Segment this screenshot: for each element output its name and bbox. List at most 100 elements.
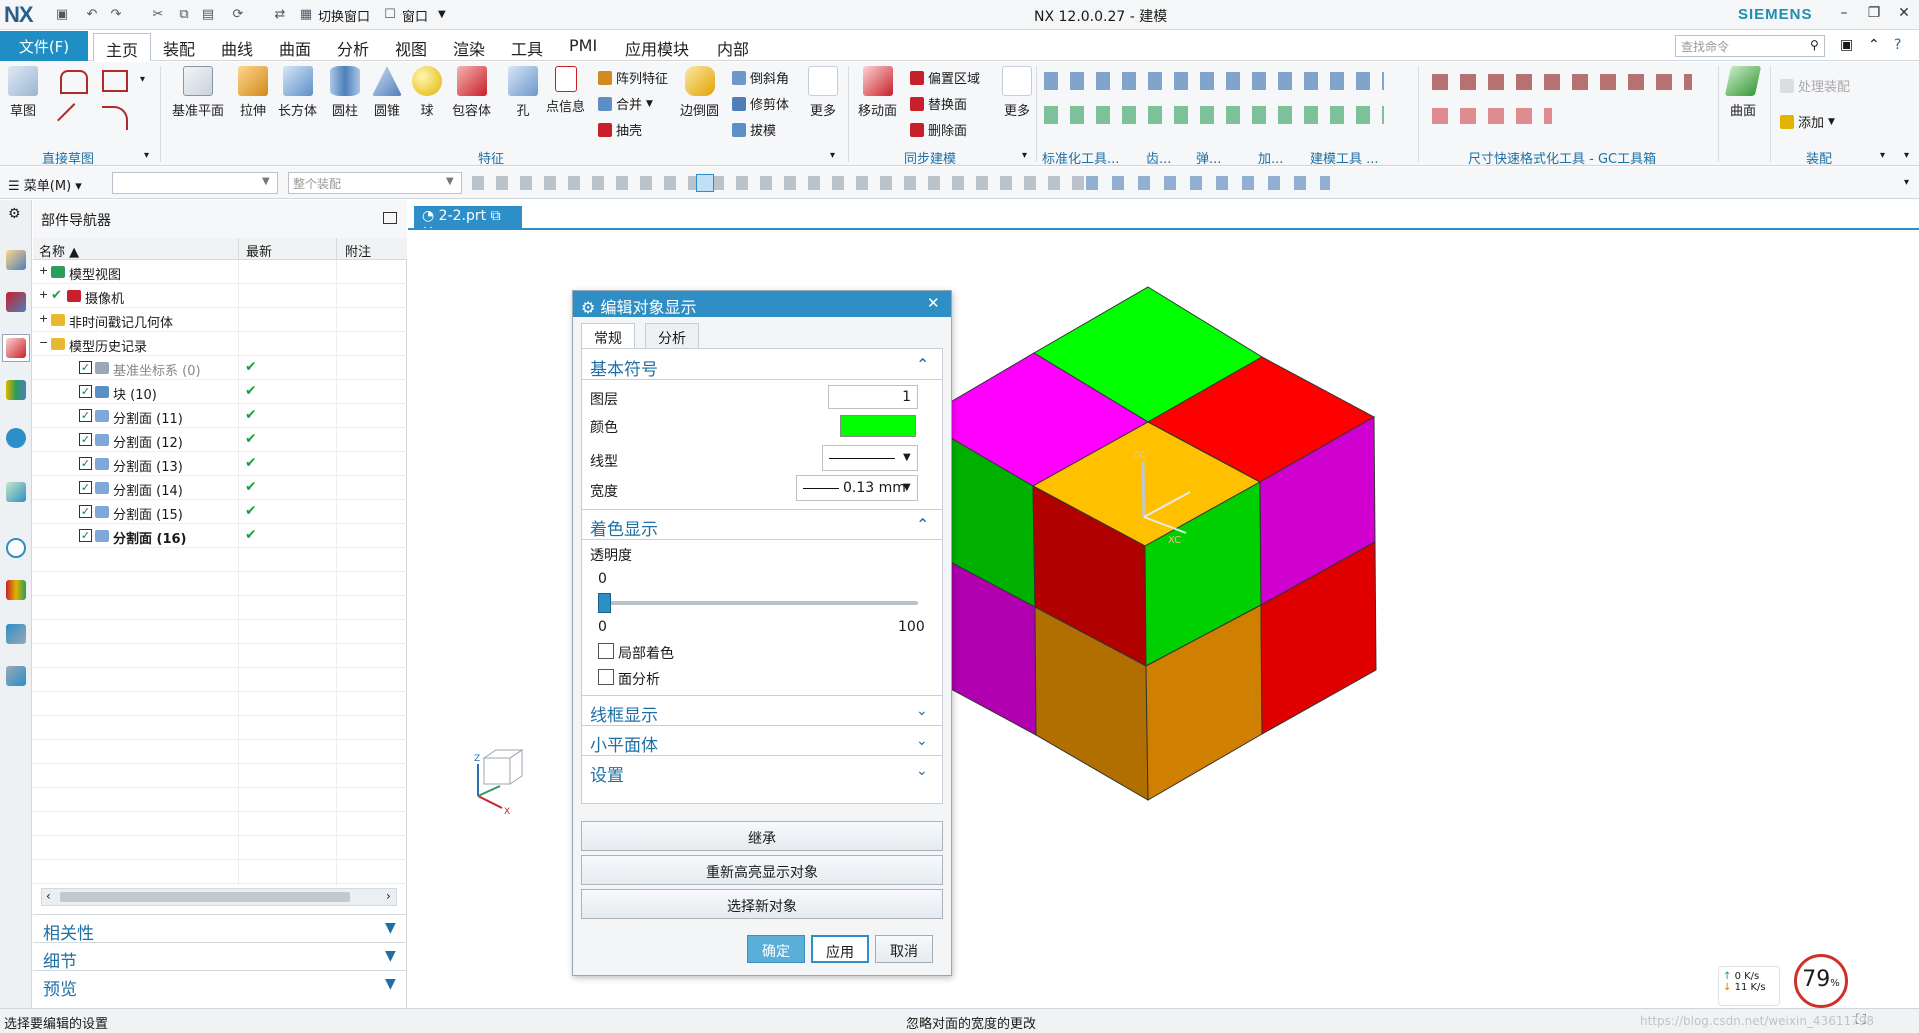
tab-applications[interactable]: 应用模块: [625, 36, 689, 60]
switch-window-button[interactable]: 切换窗口: [318, 6, 370, 25]
tree-row-model-history[interactable]: − 模型历史记录: [33, 332, 407, 356]
restore-button[interactable]: ❐: [1862, 5, 1886, 25]
command-bar-overflow-icon[interactable]: ▾: [1904, 177, 1909, 188]
chevron-up-icon[interactable]: ⌃: [916, 355, 929, 374]
visibility-checkbox[interactable]: ✓: [79, 433, 92, 446]
menu-button[interactable]: ☰ 菜单(M) ▾: [8, 175, 82, 194]
expand-icon[interactable]: +: [39, 288, 48, 301]
ribbon-overflow-icon[interactable]: ▾: [1904, 150, 1909, 161]
selection-scope-dropdown-icon[interactable]: ▼: [446, 176, 454, 187]
cancel-button[interactable]: 取消: [875, 935, 933, 963]
unite-button[interactable]: 合并 ▼: [598, 94, 653, 113]
column-note[interactable]: 附注: [345, 241, 371, 260]
tab-render[interactable]: 渲染: [453, 36, 485, 60]
history-icon[interactable]: [6, 482, 26, 502]
tab-internal[interactable]: 内部: [717, 36, 749, 60]
column-name[interactable]: 名称 ▲: [39, 241, 79, 260]
transparency-slider-thumb[interactable]: [598, 593, 611, 613]
minimize-button[interactable]: –: [1832, 5, 1856, 25]
chevron-down-icon[interactable]: ⌄: [916, 733, 928, 749]
constraint-navigator-icon[interactable]: [6, 292, 26, 312]
clock-icon[interactable]: [6, 538, 26, 558]
tree-row-model-views[interactable]: + 模型视图: [33, 260, 407, 284]
feature-group-dropdown-icon[interactable]: ▾: [830, 150, 835, 161]
collapse-icon[interactable]: −: [39, 336, 48, 349]
tree-row-block[interactable]: ✓ 块 (10) ✔: [33, 380, 407, 404]
type-filter-dropdown-icon[interactable]: ▼: [262, 176, 270, 187]
group-std-tools[interactable]: 标准化工具...: [1042, 148, 1119, 167]
trim-body-button[interactable]: 修剪体: [732, 94, 789, 113]
copy-icon[interactable]: ⧉: [176, 6, 192, 22]
sphere-button[interactable]: 球: [412, 66, 442, 119]
chevron-down-icon[interactable]: ⌄: [916, 703, 928, 719]
repeat-command-icon[interactable]: ⟳: [230, 6, 246, 22]
group-gear[interactable]: 齿...: [1146, 148, 1171, 167]
rehighlight-objects-button[interactable]: 重新高亮显示对象: [581, 855, 943, 885]
group-dropdown-icon[interactable]: ▾: [144, 150, 149, 161]
feature-more-button[interactable]: 更多: [808, 66, 838, 119]
view-triad[interactable]: Z X: [474, 749, 524, 817]
local-shading-checkbox[interactable]: [598, 643, 614, 659]
help-icon[interactable]: ?: [1894, 37, 1901, 53]
rectangle-icon[interactable]: [102, 70, 128, 92]
sketch-gallery-dropdown-icon[interactable]: ▾: [140, 74, 145, 85]
sketch-button[interactable]: 草图: [8, 66, 38, 119]
snap-tools-icon-row[interactable]: [472, 176, 1092, 190]
offset-region-button[interactable]: 偏置区域: [910, 68, 980, 87]
select-new-objects-button[interactable]: 选择新对象: [581, 889, 943, 919]
surface-button[interactable]: 曲面: [1724, 66, 1762, 119]
cylinder-button[interactable]: 圆柱: [330, 66, 360, 119]
cone-button[interactable]: 圆锥: [372, 66, 402, 119]
visibility-checkbox[interactable]: ✓: [79, 361, 92, 374]
chamfer-button[interactable]: 倒斜角: [732, 68, 789, 87]
arc-icon[interactable]: [60, 70, 88, 94]
roles-icon[interactable]: [6, 666, 26, 686]
scroll-right-icon[interactable]: ›: [386, 889, 391, 903]
redo-icon[interactable]: ↷: [108, 6, 124, 22]
reuse-library-icon[interactable]: [6, 380, 26, 400]
tree-row-divide-face-11[interactable]: ✓ 分割面 (11) ✔: [33, 404, 407, 428]
transparency-slider-track[interactable]: [598, 601, 918, 605]
color-swatch-button[interactable]: [840, 415, 916, 437]
web-browser-icon[interactable]: [6, 428, 26, 448]
tree-row-cameras[interactable]: + ✔ 摄像机: [33, 284, 407, 308]
chevron-up-icon[interactable]: ⌃: [916, 515, 929, 534]
tools-icon-row-2[interactable]: [1044, 106, 1384, 124]
line-icon[interactable]: [57, 103, 91, 137]
tree-row-divide-face-14[interactable]: ✓ 分割面 (14) ✔: [33, 476, 407, 500]
group-dimension-tools[interactable]: 尺寸快速格式化工具 - GC工具箱: [1468, 148, 1656, 167]
tab-analysis[interactable]: 分析: [645, 323, 699, 349]
active-snap-icon[interactable]: [696, 174, 714, 192]
sync-more-button[interactable]: 更多: [1002, 66, 1032, 119]
section-basic-symbol[interactable]: 基本符号: [590, 355, 658, 380]
ok-button[interactable]: 确定: [747, 935, 805, 963]
dependencies-section[interactable]: 相关性 ▼: [33, 914, 407, 944]
details-section[interactable]: 细节 ▼: [33, 942, 407, 972]
line-width-dropdown[interactable]: 0.13 mm ▼: [796, 475, 918, 501]
datum-plane-button[interactable]: 基准平面: [172, 66, 224, 119]
tab-view[interactable]: 视图: [395, 36, 427, 60]
section-settings[interactable]: 设置: [590, 761, 624, 786]
edge-blend-button[interactable]: 边倒圆: [680, 66, 719, 119]
close-window-button[interactable]: ✕: [1892, 5, 1916, 25]
collapse-ribbon-icon[interactable]: ⌃: [1868, 37, 1880, 53]
memory-usage-gauge[interactable]: 79%: [1794, 954, 1848, 1008]
dialog-title-bar[interactable]: ⚙ 编辑对象显示: [573, 291, 951, 317]
section-wireframe[interactable]: 线框显示: [590, 701, 658, 726]
visibility-checkbox[interactable]: ✓: [79, 409, 92, 422]
block-button[interactable]: 长方体: [278, 66, 317, 119]
command-search-input[interactable]: 查找命令: [1675, 35, 1825, 57]
tree-row-datum-csys[interactable]: ✓ 基准坐标系 (0) ✔: [33, 356, 407, 380]
maximize-panel-icon[interactable]: [383, 212, 397, 224]
type-filter-dropdown[interactable]: [112, 172, 278, 194]
tab-assembly[interactable]: 装配: [163, 36, 195, 60]
arc-3pt-icon[interactable]: [102, 106, 128, 130]
section-facets[interactable]: 小平面体: [590, 731, 658, 756]
hole-button[interactable]: 孔: [508, 66, 538, 119]
shell-button[interactable]: 抽壳: [598, 120, 642, 139]
add-component-button[interactable]: 添加 ▼: [1780, 112, 1835, 131]
extrude-button[interactable]: 拉伸: [238, 66, 268, 119]
expand-icon[interactable]: +: [39, 264, 48, 277]
file-menu-button[interactable]: 文件(F): [0, 31, 88, 61]
chevron-down-icon[interactable]: ⌄: [916, 763, 928, 779]
